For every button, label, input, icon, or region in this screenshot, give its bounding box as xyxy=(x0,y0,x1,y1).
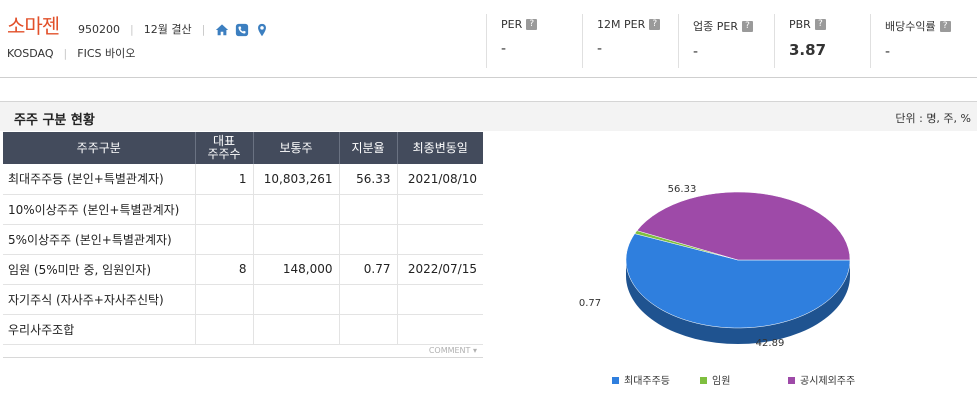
cell-date xyxy=(397,314,483,345)
cell-shares: 10,803,261 xyxy=(253,164,340,195)
cell-shares xyxy=(253,314,340,345)
metric-12m-per: 12M PER? - xyxy=(582,14,678,68)
metric-dividend-yield: 배당수익률? - xyxy=(870,14,966,68)
section-header: 주주 구분 현황 단위 : 명, 주, % xyxy=(0,101,977,131)
col-header-category: 주주구분 xyxy=(3,132,196,164)
cell-category: 최대주주등 (본인+특별관계자) xyxy=(3,164,196,195)
cell-date xyxy=(397,224,483,255)
cell-count xyxy=(195,284,254,315)
table-row: 10%이상주주 (본인+특별관계자) xyxy=(3,194,483,225)
pie-value-label: 56.33 xyxy=(668,184,697,195)
shareholder-table: 주주구분 대표 주주수 보통주 지분율 최종변동일 최대주주등 (본인+특별관계자… xyxy=(3,132,483,345)
cell-date: 2022/07/15 xyxy=(397,254,483,285)
help-icon[interactable]: ? xyxy=(649,19,661,30)
fiscal-period: 12월 결산 xyxy=(143,23,192,36)
pie-value-label: 0.77 xyxy=(579,298,601,309)
cell-ratio xyxy=(339,194,398,225)
cell-shares: 148,000 xyxy=(253,254,340,285)
cell-category: 우리사주조합 xyxy=(3,314,196,345)
company-links xyxy=(215,23,269,37)
market-name: KOSDAQ xyxy=(7,47,54,60)
col-header-date: 최종변동일 xyxy=(397,132,483,164)
sector-name: FICS 바이오 xyxy=(77,47,136,60)
cell-category: 10%이상주주 (본인+특별관계자) xyxy=(3,194,196,225)
phone-icon[interactable] xyxy=(235,23,249,37)
metric-value: - xyxy=(693,44,699,60)
cell-category: 임원 (5%미만 중, 임원인자) xyxy=(3,254,196,285)
cell-count: 1 xyxy=(195,164,254,195)
metric-label: 업종 PER xyxy=(693,20,738,33)
metric-value: - xyxy=(597,41,603,57)
legend-swatch xyxy=(788,377,795,384)
help-icon[interactable]: ? xyxy=(939,20,951,32)
metric-per: PER? - xyxy=(486,14,582,68)
legend-label: 최대주주등 xyxy=(624,375,670,387)
company-name[interactable]: 소마젠 xyxy=(7,10,60,39)
table-row: 최대주주등 (본인+특별관계자) 1 10,803,261 56.33 2021… xyxy=(3,164,483,195)
cell-count: 8 xyxy=(195,254,254,285)
cell-count xyxy=(195,314,254,345)
cell-ratio: 56.33 xyxy=(339,164,398,195)
table-row: 임원 (5%미만 중, 임원인자) 8 148,000 0.77 2022/07… xyxy=(3,254,483,285)
col-header-shares: 보통주 xyxy=(253,132,340,164)
cell-date xyxy=(397,194,483,225)
valuation-metrics: PER? - 12M PER? - 업종 PER? - PBR? 3.87 배당… xyxy=(486,14,966,68)
cell-ratio xyxy=(339,284,398,315)
legend-label: 임원 xyxy=(712,374,730,387)
metric-sector-per: 업종 PER? - xyxy=(678,14,774,68)
company-meta: 950200 | 12월 결산 | xyxy=(78,21,269,37)
table-row: 5%이상주주 (본인+특별관계자) xyxy=(3,224,483,255)
table-header-row: 주주구분 대표 주주수 보통주 지분율 최종변동일 xyxy=(3,132,483,164)
unit-label: 단위 : 명, 주, % xyxy=(895,112,971,125)
cell-shares xyxy=(253,194,340,225)
metric-value: - xyxy=(885,44,891,60)
stock-holder-page: 소마젠 950200 | 12월 결산 | KOSDAQ | FICS 바이오 PER? … xyxy=(0,0,977,401)
cell-ratio xyxy=(339,224,398,255)
metric-label: PER xyxy=(501,18,523,31)
metric-label: PBR xyxy=(789,18,811,31)
legend-label: 공시제외주주 xyxy=(800,375,855,387)
help-icon[interactable]: ? xyxy=(814,19,826,30)
cell-ratio xyxy=(339,314,398,345)
cell-shares xyxy=(253,284,340,315)
metric-value: - xyxy=(501,41,507,57)
pie-value-label: 42.89 xyxy=(756,338,785,349)
cell-category: 자기주식 (자사주+자사주신탁) xyxy=(3,284,196,315)
legend-swatch xyxy=(700,377,707,384)
col-header-count: 대표 주주수 xyxy=(195,132,254,164)
table-row: 자기주식 (자사주+자사주신탁) xyxy=(3,284,483,315)
cell-count xyxy=(195,194,254,225)
comment-toggle[interactable]: COMMENT ▾ xyxy=(3,344,483,358)
section-title: 주주 구분 현황 xyxy=(14,113,95,128)
company-meta-2: KOSDAQ | FICS 바이오 xyxy=(7,47,136,60)
metric-pbr: PBR? 3.87 xyxy=(774,14,870,68)
company-code: 950200 xyxy=(78,23,120,36)
cell-count xyxy=(195,224,254,255)
cell-date: 2021/08/10 xyxy=(397,164,483,195)
legend-swatch xyxy=(612,377,619,384)
col-header-ratio: 지분율 xyxy=(339,132,398,164)
home-icon[interactable] xyxy=(215,23,229,37)
shareholder-pie-chart: 56.33 0.77 42.89 최대주주등 임원 공시제외주주 xyxy=(579,184,855,387)
help-icon[interactable]: ? xyxy=(526,19,538,30)
help-icon[interactable]: ? xyxy=(741,20,753,32)
map-pin-icon[interactable] xyxy=(255,23,269,37)
metric-label: 배당수익률 xyxy=(885,20,936,33)
cell-ratio: 0.77 xyxy=(339,254,398,285)
cell-shares xyxy=(253,224,340,255)
cell-date xyxy=(397,284,483,315)
metric-value: 3.87 xyxy=(789,41,827,59)
metric-label: 12M PER xyxy=(597,18,646,31)
cell-category: 5%이상주주 (본인+특별관계자) xyxy=(3,224,196,255)
table-row: 우리사주조합 xyxy=(3,314,483,345)
comment-label: COMMENT xyxy=(428,346,471,355)
company-header: 소마젠 950200 | 12월 결산 | KOSDAQ | FICS 바이오 PER? … xyxy=(0,0,977,78)
